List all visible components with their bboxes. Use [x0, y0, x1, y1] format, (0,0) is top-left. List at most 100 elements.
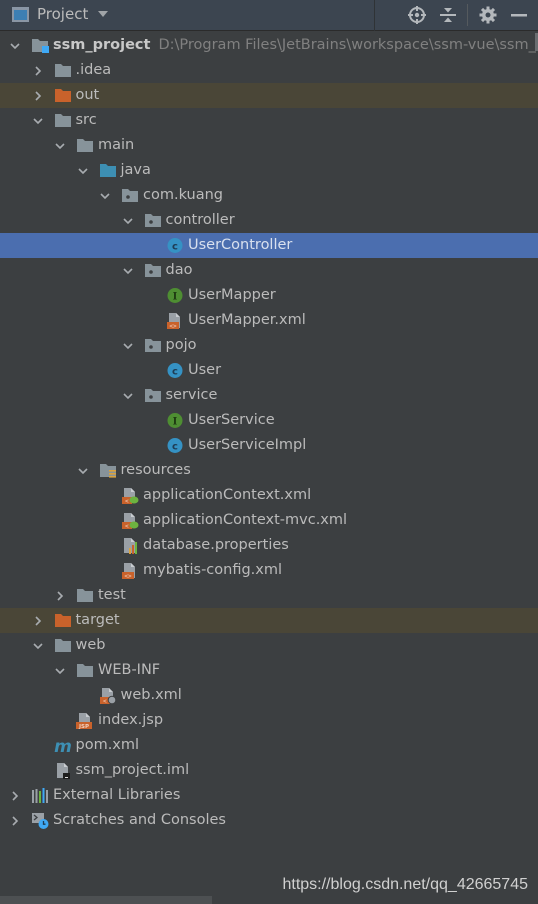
tree-node[interactable]: test: [0, 583, 538, 608]
project-view-selector[interactable]: Project: [12, 5, 109, 23]
tree-node[interactable]: pojo: [0, 333, 538, 358]
excluded-folder-icon: [54, 87, 72, 104]
tree-node-label-wrap: UserMapper.xml: [188, 308, 306, 333]
tree-node[interactable]: c UserController: [0, 233, 538, 258]
tree-node[interactable]: resources: [0, 458, 538, 483]
module-icon: [31, 37, 49, 54]
tree-node-label: out: [75, 87, 100, 103]
tree-node[interactable]: Scratches and Consoles: [0, 808, 538, 833]
minimize-icon: [511, 14, 527, 17]
tree-node-label-wrap: src: [76, 108, 97, 133]
tree-node-label: target: [75, 612, 120, 628]
chevron-down-icon[interactable]: [121, 383, 135, 408]
tree-node-label: ssm_project: [53, 37, 151, 53]
folder-icon: [54, 637, 72, 654]
watermark-text: https://blog.csdn.net/qq_42665745: [282, 876, 528, 893]
tree-node-label: main: [98, 137, 135, 153]
tree-node[interactable]: .idea: [0, 58, 538, 83]
svg-text:I: I: [173, 292, 178, 303]
chevron-right-icon[interactable]: [8, 808, 22, 833]
tree-node-label: applicationContext-mvc.xml: [143, 512, 348, 528]
chevron-down-icon[interactable]: [121, 258, 135, 283]
tree-node-label: User: [188, 362, 222, 378]
chevron-down-icon[interactable]: [121, 208, 135, 233]
chevron-down-icon[interactable]: [121, 333, 135, 358]
chevron-down-icon[interactable]: [76, 158, 90, 183]
tree-node[interactable]: <> mybatis-config.xml: [0, 558, 538, 583]
tree-node[interactable]: main: [0, 133, 538, 158]
tree-node-label: Scratches and Consoles: [53, 812, 226, 828]
tree-node[interactable]: java: [0, 158, 538, 183]
chevron-right-icon[interactable]: [8, 783, 22, 808]
tree-node[interactable]: service: [0, 383, 538, 408]
chevron-down-icon[interactable]: [76, 458, 90, 483]
chevron-down-icon[interactable]: [8, 33, 22, 58]
tree-node[interactable]: I UserService: [0, 408, 538, 433]
tree-node-label: index.jsp: [98, 712, 164, 728]
tree-node-label: java: [120, 162, 151, 178]
tree-node-label-wrap: mybatis-config.xml: [143, 558, 282, 583]
dropdown-caret-icon: [98, 11, 109, 17]
resources-folder-icon: [99, 462, 117, 479]
tree-node-label: service: [165, 387, 218, 403]
chevron-right-icon[interactable]: [31, 83, 45, 108]
tree-node[interactable]: web: [0, 633, 538, 658]
package-icon: [144, 212, 162, 229]
chevron-right-icon[interactable]: [31, 608, 45, 633]
tree-node-label: UserService: [188, 412, 275, 428]
tree-node[interactable]: External Libraries: [0, 783, 538, 808]
settings-button[interactable]: [477, 4, 499, 26]
tree-node[interactable]: src: [0, 108, 538, 133]
tree-node[interactable]: < applicationContext.xml: [0, 483, 538, 508]
folder-icon: [76, 137, 94, 154]
tree-node[interactable]: controller: [0, 208, 538, 233]
chevron-down-icon[interactable]: [31, 108, 45, 133]
chevron-down-icon[interactable]: [53, 133, 67, 158]
tree-node-label-wrap: User: [188, 358, 221, 383]
tree-node[interactable]: ssm_project.iml: [0, 758, 538, 783]
tree-node[interactable]: < applicationContext-mvc.xml: [0, 508, 538, 533]
tree-node[interactable]: out: [0, 83, 538, 108]
tree-node-label: src: [75, 112, 97, 128]
tree-node[interactable]: JSP index.jsp: [0, 708, 538, 733]
spring-xml-file-icon: <: [121, 512, 139, 530]
tree-node[interactable]: target: [0, 608, 538, 633]
chevron-down-icon[interactable]: [98, 183, 112, 208]
tree-node-label-wrap: controller: [166, 208, 235, 233]
tree-node-label: pom.xml: [75, 737, 140, 753]
maven-icon: m: [54, 737, 72, 757]
tree-node[interactable]: c User: [0, 358, 538, 383]
tree-node[interactable]: m pom.xml: [0, 733, 538, 758]
locate-file-button[interactable]: [406, 4, 428, 26]
collapse-all-button[interactable]: [437, 4, 459, 26]
tree-node[interactable]: c UserServiceImpl: [0, 433, 538, 458]
tree-node[interactable]: I UserMapper: [0, 283, 538, 308]
tree-node[interactable]: dao: [0, 258, 538, 283]
tree-node[interactable]: < web.xml: [0, 683, 538, 708]
tree-node-label-wrap: applicationContext-mvc.xml: [143, 508, 347, 533]
tree-node-label-wrap: database.properties: [143, 533, 289, 558]
chevron-down-icon[interactable]: [31, 633, 45, 658]
tree-node-label-wrap: UserServiceImpl: [188, 433, 306, 458]
tree-node[interactable]: WEB-INF: [0, 658, 538, 683]
chevron-right-icon[interactable]: [53, 583, 67, 608]
tree-node-label: UserMapper: [188, 287, 276, 303]
tree-node-label: UserMapper.xml: [188, 312, 306, 328]
tree-node-label-wrap: out: [76, 83, 100, 108]
package-icon: [121, 187, 139, 204]
chevron-down-icon[interactable]: [53, 658, 67, 683]
hide-window-button[interactable]: [508, 4, 530, 26]
tree-node[interactable]: ssm_project D:\Program Files\JetBrains\wo…: [0, 33, 538, 58]
project-view-title: Project: [37, 5, 89, 23]
horizontal-scrollbar[interactable]: [0, 896, 212, 904]
module-path: D:\Program Files\JetBrains\workspace\ssm…: [158, 37, 536, 53]
tree-node-label-wrap: web.xml: [121, 683, 182, 708]
collapse-all-icon: [440, 8, 456, 22]
chevron-right-icon[interactable]: [31, 58, 45, 83]
tree-node-label: External Libraries: [53, 787, 181, 803]
tree-node[interactable]: <> UserMapper.xml: [0, 308, 538, 333]
tree-node[interactable]: database.properties: [0, 533, 538, 558]
tree-node-label-wrap: web: [76, 633, 106, 658]
excluded-folder-icon: [54, 612, 72, 629]
tree-node[interactable]: com.kuang: [0, 183, 538, 208]
